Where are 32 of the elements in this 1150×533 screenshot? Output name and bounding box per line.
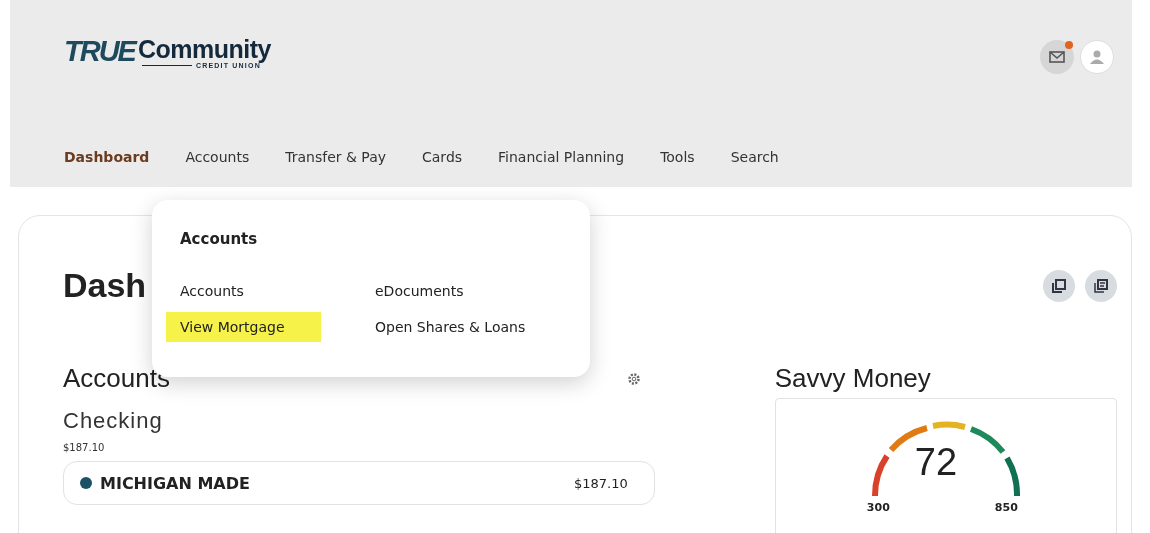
nav-tab[interactable]: Search xyxy=(730,145,779,169)
group-total: $187.10 xyxy=(63,442,106,453)
documents-button[interactable] xyxy=(1085,269,1117,302)
nav-tab[interactable]: Cards xyxy=(422,145,463,169)
nav-tab[interactable]: Accounts xyxy=(185,145,250,169)
stacked-pages-icon xyxy=(1094,278,1108,293)
account-name: MICHIGAN MADE xyxy=(100,473,250,493)
person-icon xyxy=(1089,49,1105,65)
scale-max: 850 xyxy=(994,501,1018,514)
nav-tab[interactable]: Financial Planning xyxy=(498,145,625,169)
menu-item[interactable]: View Mortgage xyxy=(166,312,321,342)
account-card[interactable]: MICHIGAN MADE $187.10 xyxy=(63,461,655,505)
menu-item[interactable]: Accounts xyxy=(180,276,244,306)
mail-button[interactable] xyxy=(1040,40,1074,74)
section-title: Accounts xyxy=(63,363,170,394)
section-title: Savvy Money xyxy=(774,363,932,394)
menu-item[interactable]: Open Shares & Loans xyxy=(375,312,526,342)
nav-tab[interactable]: Dashboard xyxy=(64,145,150,169)
account-dot-icon xyxy=(80,477,92,489)
group-title: Checking xyxy=(63,408,164,434)
settings-icon[interactable] xyxy=(626,371,641,386)
dropdown-title: Accounts xyxy=(180,230,259,248)
layout-button[interactable] xyxy=(1043,269,1075,302)
page-title: Dash xyxy=(63,266,147,305)
envelope-icon xyxy=(1049,51,1065,63)
menu-item[interactable]: eDocuments xyxy=(375,276,464,306)
nav-tab[interactable]: Transfer & Pay xyxy=(285,145,386,169)
nav-tab[interactable]: Tools xyxy=(660,145,695,169)
stacked-squares-icon xyxy=(1052,278,1066,293)
account-balance: $187.10 xyxy=(573,475,628,491)
credit-score: 72 xyxy=(914,441,958,484)
scale-min: 300 xyxy=(866,501,890,514)
